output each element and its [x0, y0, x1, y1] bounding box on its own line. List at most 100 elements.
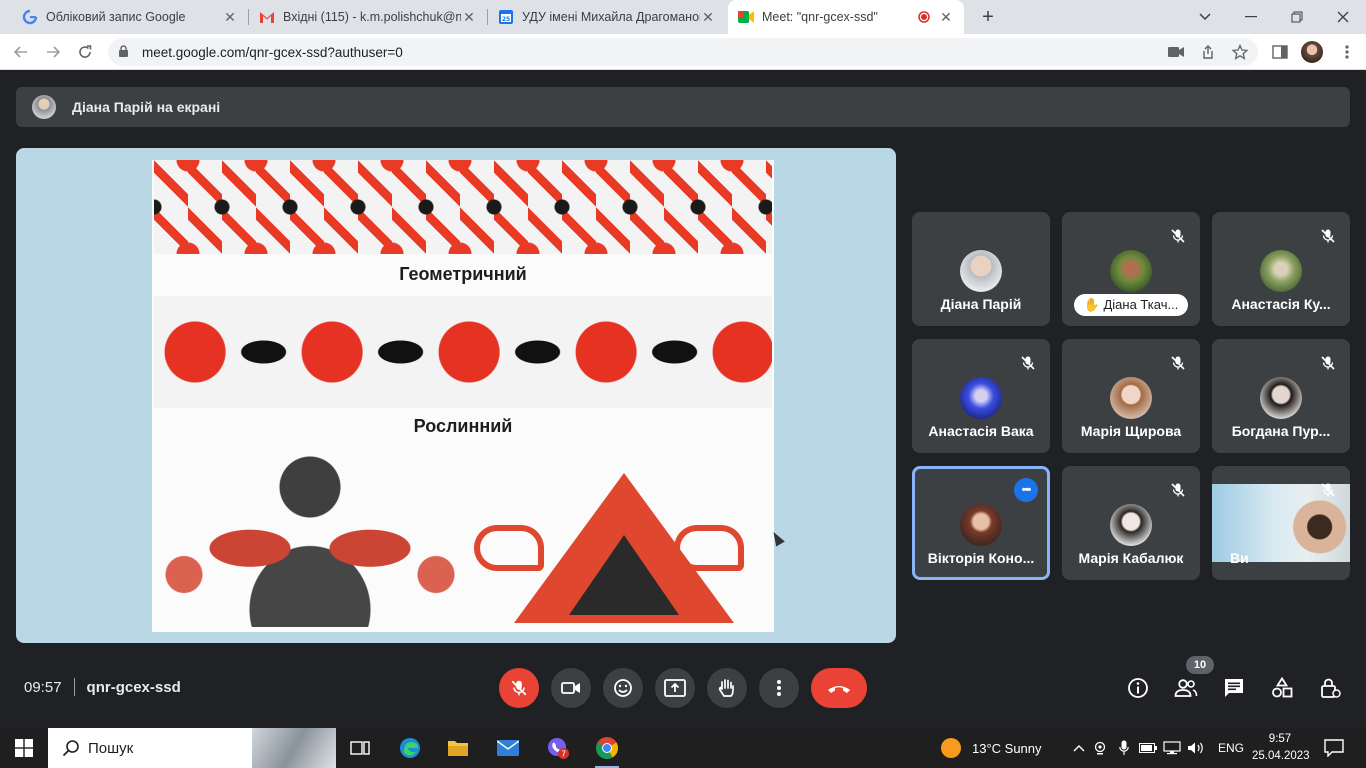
participant-tile[interactable]: ✋ Діана Ткач... — [1062, 212, 1200, 326]
leave-call-button[interactable] — [811, 668, 867, 708]
file-explorer-icon[interactable] — [442, 732, 474, 764]
bookmark-star-icon[interactable] — [1230, 42, 1250, 62]
search-icon — [62, 740, 79, 757]
participant-name: Діана Парій — [940, 296, 1022, 312]
shared-slide: Геометричний Рослинний — [152, 160, 774, 632]
close-window-icon[interactable] — [1320, 0, 1366, 34]
volume-icon[interactable] — [1184, 741, 1208, 755]
raise-hand-button[interactable] — [707, 668, 747, 708]
close-tab-icon[interactable]: ✕ — [700, 9, 716, 25]
meeting-code: qnr-gcex-ssd — [86, 678, 181, 696]
network-icon[interactable] — [1160, 741, 1184, 755]
restore-icon[interactable] — [1274, 0, 1320, 34]
weather-text: 13°C Sunny — [972, 740, 1042, 756]
participant-avatar — [960, 377, 1002, 419]
tab-search-icon[interactable] — [1182, 0, 1228, 34]
reload-icon[interactable] — [72, 39, 98, 65]
svg-text:25: 25 — [502, 16, 510, 23]
tab-title: Обліковий запис Google — [46, 10, 186, 24]
webcam-icon[interactable] — [1088, 741, 1112, 755]
microphone-icon[interactable] — [1112, 740, 1136, 756]
keyboard-language[interactable]: ENG — [1218, 741, 1244, 755]
forward-icon[interactable] — [40, 39, 66, 65]
close-tab-icon[interactable]: ✕ — [461, 9, 477, 25]
raise-hand-icon — [718, 679, 734, 697]
mail-icon[interactable] — [492, 732, 524, 764]
participant-tile[interactable]: Анастасія Вака — [912, 339, 1050, 453]
address-bar[interactable]: meet.google.com/qnr-gcex-ssd?authuser=0 — [108, 38, 1258, 66]
hook-shape — [474, 525, 544, 571]
present-screen-button[interactable] — [655, 668, 695, 708]
presenter-avatar — [32, 95, 56, 119]
slide-label-geometric: Геометричний — [399, 264, 527, 284]
tab-google-account[interactable]: Обліковий запис Google ✕ — [12, 0, 248, 34]
start-windows-icon[interactable] — [8, 732, 40, 764]
battery-icon[interactable] — [1136, 743, 1160, 753]
tab-university[interactable]: 25 УДУ імені Михайла Драгоманова ✕ — [488, 0, 726, 34]
more-options-button[interactable] — [759, 668, 799, 708]
participant-tile[interactable]: Марія Кабалюк — [1062, 466, 1200, 580]
participant-tile[interactable]: Діана Парій — [912, 212, 1050, 326]
reactions-button[interactable] — [603, 668, 643, 708]
chat-icon[interactable] — [1221, 675, 1247, 701]
presentation-stage[interactable]: Геометричний Рослинний — [16, 148, 896, 643]
participant-tile-speaking[interactable]: ••• Вікторія Коно... — [912, 466, 1050, 580]
triangle-ornament-image — [474, 465, 770, 625]
mic-off-icon — [1318, 226, 1338, 246]
hand-raised-icon: ✋ — [1083, 297, 1100, 312]
participant-tile[interactable]: Богдана Пур... — [1212, 339, 1350, 453]
participant-tile[interactable]: Марія Щирова — [1062, 339, 1200, 453]
mic-off-icon — [1168, 480, 1188, 500]
people-icon[interactable] — [1173, 675, 1199, 701]
weather-widget[interactable]: 13°C Sunny — [940, 728, 1042, 768]
tab-title: Вхідні (115) - k.m.polishchuk@np — [283, 10, 461, 24]
participant-tile-self[interactable]: Ви — [1212, 466, 1350, 580]
participant-name: Марія Щирова — [1080, 423, 1182, 439]
participant-tile[interactable]: Анастасія Ку... — [1212, 212, 1350, 326]
tab-title: УДУ імені Михайла Драгоманова — [522, 10, 700, 24]
participant-name: Анастасія Вака — [928, 423, 1034, 439]
lock-icon[interactable] — [118, 45, 132, 59]
inner-triangle-shape — [569, 535, 679, 615]
participant-avatar — [1110, 377, 1152, 419]
participant-name: Ви — [1230, 550, 1249, 566]
close-tab-icon[interactable]: ✕ — [222, 9, 238, 25]
camera-in-use-icon[interactable] — [1166, 42, 1186, 62]
chrome-icon[interactable] — [591, 732, 623, 768]
tab-meet[interactable]: Meet: "qnr-gcex-ssd" ✕ — [728, 0, 964, 34]
share-icon[interactable] — [1198, 42, 1218, 62]
task-view-icon[interactable] — [344, 732, 376, 764]
participant-avatar — [960, 504, 1002, 546]
mic-off-icon — [1318, 480, 1338, 500]
present-screen-icon — [664, 679, 686, 697]
menu-kebab-icon[interactable] — [1337, 42, 1357, 62]
chevron-up-icon[interactable] — [1070, 744, 1088, 752]
mic-toggle-button[interactable] — [499, 668, 539, 708]
meeting-details: 09:57 qnr-gcex-ssd — [24, 678, 181, 696]
tab-gmail[interactable]: Вхідні (115) - k.m.polishchuk@np ✕ — [249, 0, 487, 34]
close-tab-icon[interactable]: ✕ — [938, 9, 954, 25]
divider — [73, 678, 75, 696]
notifications-icon[interactable] — [1318, 732, 1350, 764]
tab-title: Meet: "qnr-gcex-ssd" — [762, 10, 878, 24]
activities-icon[interactable] — [1269, 675, 1295, 701]
taskbar-search-box[interactable]: Пошук — [48, 728, 336, 768]
host-controls-icon[interactable] — [1317, 675, 1343, 701]
gmail-icon — [259, 9, 275, 25]
clock-time: 9:57 — [1268, 733, 1292, 745]
minimize-icon[interactable] — [1228, 0, 1274, 34]
profile-avatar[interactable] — [1301, 41, 1323, 63]
edge-icon[interactable] — [394, 732, 426, 764]
search-highlight-image — [252, 728, 336, 768]
calendar-icon: 25 — [498, 9, 514, 25]
side-panel-icon[interactable] — [1270, 42, 1290, 62]
taskbar-clock[interactable]: 9:57 25.04.2023 — [1252, 731, 1310, 765]
browser-toolbar: meet.google.com/qnr-gcex-ssd?authuser=0 — [0, 34, 1366, 70]
back-icon[interactable] — [8, 39, 34, 65]
clock-date: 25.04.2023 — [1252, 750, 1310, 762]
participant-avatar — [1110, 250, 1152, 292]
meeting-info-icon[interactable] — [1125, 675, 1151, 701]
viber-icon[interactable]: 7 — [542, 732, 574, 764]
camera-toggle-button[interactable] — [551, 668, 591, 708]
new-tab-icon[interactable]: + — [976, 5, 1000, 29]
